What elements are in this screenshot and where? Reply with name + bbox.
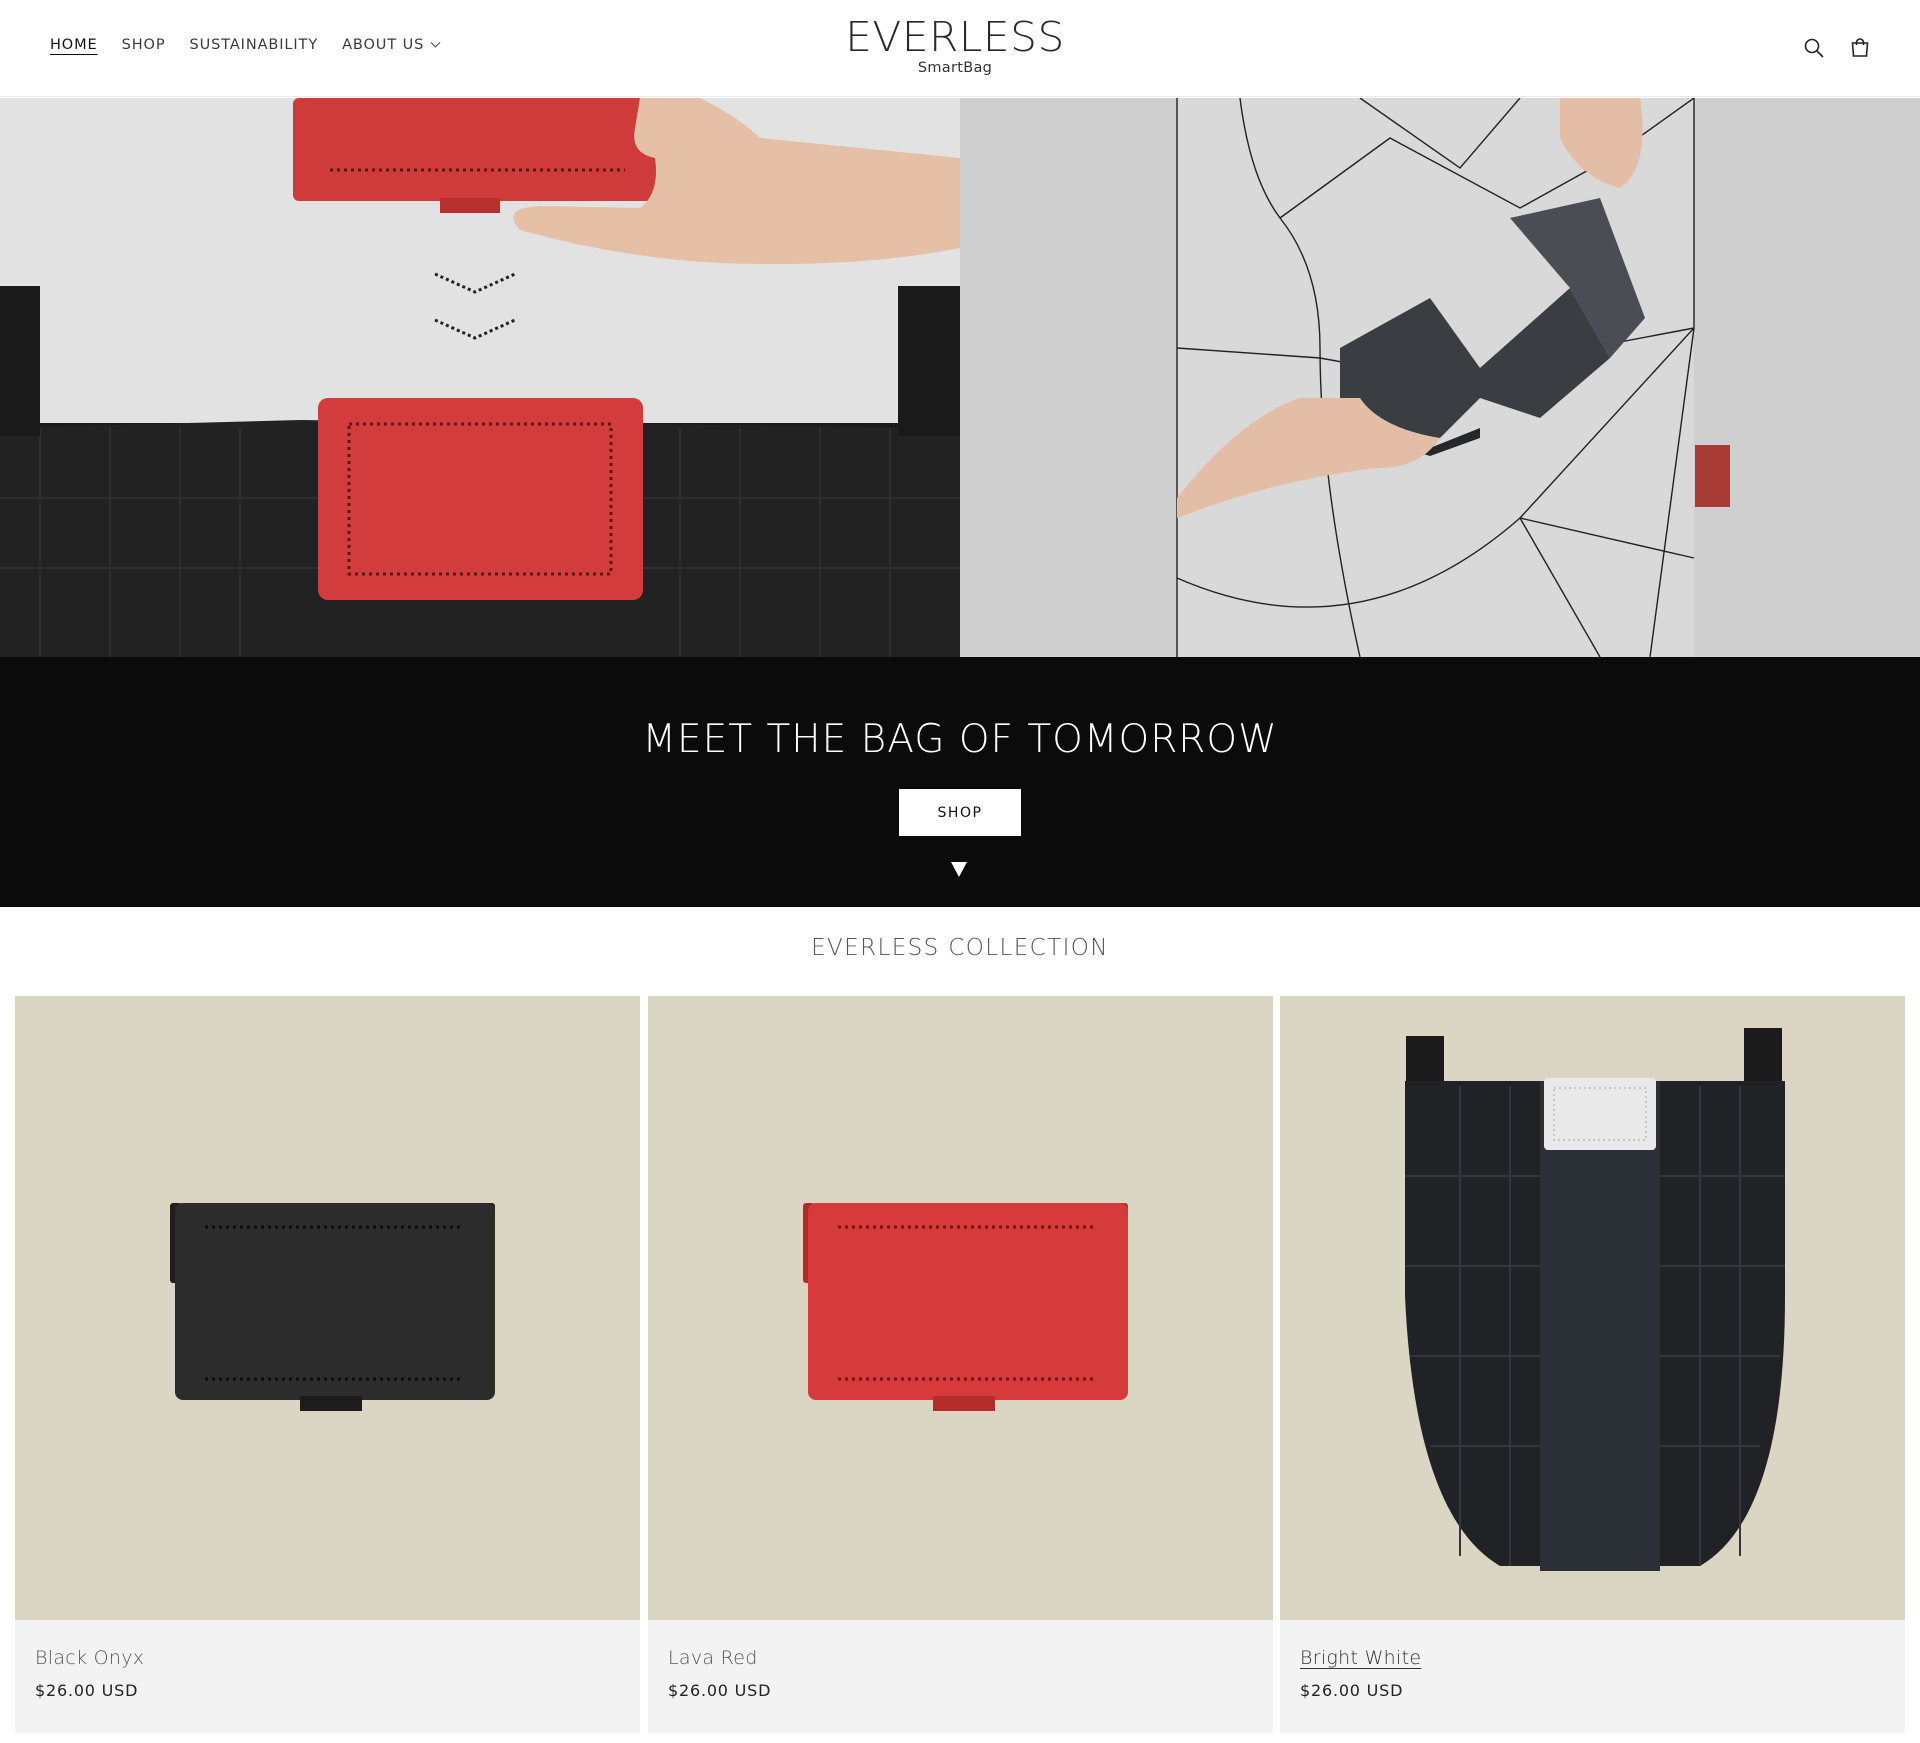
hero-title: MEET THE BAG OF TOMORROW <box>642 717 1278 762</box>
logo-title: EVERLESS <box>845 13 1065 61</box>
site-header: HOME SHOP SUSTAINABILITY ABOUT US EVERLE… <box>0 0 1920 97</box>
site-logo[interactable]: EVERLESS SmartBag <box>0 14 1910 76</box>
hero-banner: MEET THE BAG OF TOMORROW SHOP <box>0 657 1920 907</box>
product-image[interactable] <box>1280 996 1905 1620</box>
hero-image-right <box>960 98 1920 657</box>
hero-image-left <box>0 98 960 657</box>
hero-right-illustration <box>960 98 1920 657</box>
logo-subtitle: SmartBag <box>917 60 993 76</box>
product-price: $26.00 USD <box>668 1681 772 1700</box>
product-card-bright-white[interactable]: Bright White $26.00 USD <box>1280 996 1905 1733</box>
product-name[interactable]: Lava Red <box>668 1647 758 1669</box>
product-card-lava-red[interactable]: Lava Red $26.00 USD <box>648 996 1273 1733</box>
product-clip-black <box>170 1203 495 1411</box>
product-card-black-onyx[interactable]: Black Onyx $26.00 USD <box>15 996 640 1733</box>
shop-button[interactable]: SHOP <box>899 789 1021 836</box>
search-icon[interactable] <box>1802 36 1826 60</box>
collection-title: EVERLESS COLLECTION <box>811 935 1109 961</box>
product-clip-red <box>803 1203 1128 1411</box>
hero-left-illustration <box>0 98 960 657</box>
product-image[interactable] <box>15 996 640 1620</box>
product-name[interactable]: Black Onyx <box>35 1647 144 1669</box>
header-icons <box>1802 36 1872 60</box>
scroll-down-icon[interactable] <box>951 862 967 877</box>
product-bag-dark <box>1405 1028 1785 1571</box>
cart-icon[interactable] <box>1848 36 1872 60</box>
product-price: $26.00 USD <box>35 1681 139 1700</box>
product-price: $26.00 USD <box>1300 1681 1404 1700</box>
product-name[interactable]: Bright White <box>1300 1647 1421 1669</box>
product-image[interactable] <box>648 996 1273 1620</box>
